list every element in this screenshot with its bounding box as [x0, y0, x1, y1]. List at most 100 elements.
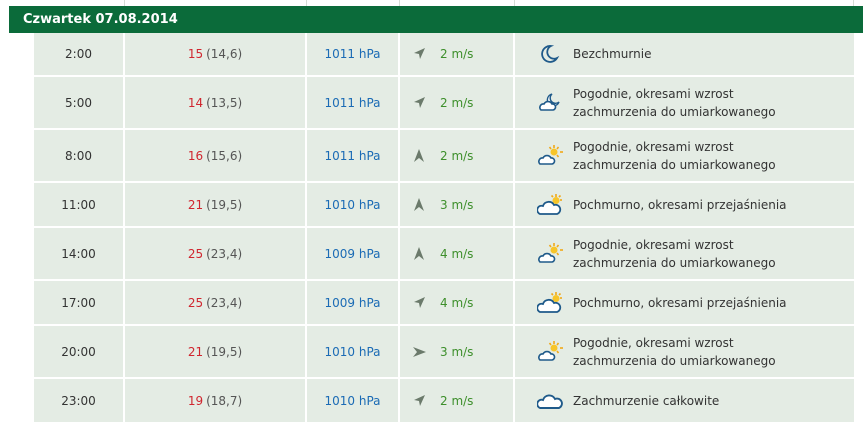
weather-description: Pogodnie, okresami wzrost zachmurzenia do… [573, 236, 776, 272]
description-line-1: Pogodnie, okresami wzrost [573, 86, 734, 101]
temperature-cell: 14 (13,5) [125, 77, 307, 128]
weather-description: Pogodnie, okresami wzrost zachmurzenia do… [573, 334, 776, 370]
description-cell: Pochmurno, okresami przejaśnienia [515, 183, 854, 226]
wind-cell: 2 m/s [400, 130, 515, 181]
wind-cell: 3 m/s [400, 326, 515, 377]
table-row: 20:00 21 (19,5) 1010 hPa 3 m/s Pogodnie, okre… [34, 326, 854, 379]
temperature-cell: 16 (15,6) [125, 130, 307, 181]
wind-speed: 3 m/s [440, 344, 474, 359]
wind-speed: 2 m/s [440, 148, 474, 163]
time-cell: 17:00 [34, 281, 125, 324]
description-line-2: zachmurzenia do umiarkowanego [573, 353, 776, 368]
temperature-cell: 21 (19,5) [125, 183, 307, 226]
pressure-cell: 1011 hPa [307, 77, 400, 128]
moon-cloud-icon [537, 91, 563, 115]
table-row: 17:00 25 (23,4) 1009 hPa 4 m/s Pochmurno, okr… [34, 281, 854, 326]
pressure-cell: 1009 hPa [307, 228, 400, 279]
arrow-northeast-icon [412, 296, 426, 310]
wind-cell: 4 m/s [400, 281, 515, 324]
temperature-value: 16 [187, 148, 204, 163]
description-line-1: Pogodnie, okresami wzrost [573, 139, 734, 154]
pressure-cell: 1010 hPa [307, 379, 400, 422]
time-cell: 14:00 [34, 228, 125, 279]
temperature-value: 14 [187, 95, 204, 110]
arrow-north-icon [412, 148, 426, 163]
temperature-cell: 19 (18,7) [125, 379, 307, 422]
feels-like-value: (23,4) [206, 295, 243, 310]
wind-speed: 2 m/s [440, 47, 474, 61]
description-line-1: Zachmurzenie całkowite [573, 393, 720, 408]
temperature-cell: 25 (23,4) [125, 228, 307, 279]
time-cell: 5:00 [34, 77, 125, 128]
time-cell: 23:00 [34, 379, 125, 422]
time-cell: 8:00 [34, 130, 125, 181]
wind-speed: 4 m/s [440, 295, 474, 310]
temperature-value: 21 [187, 197, 204, 212]
description-cell: Zachmurzenie całkowite [515, 379, 854, 422]
wind-speed: 2 m/s [440, 95, 474, 110]
pressure-cell: 1011 hPa [307, 130, 400, 181]
description-cell: Pochmurno, okresami przejaśnienia [515, 281, 854, 324]
temperature-value: 25 [187, 295, 204, 310]
description-line-1: Pogodnie, okresami wzrost [573, 335, 734, 350]
temperature-value: 15 [187, 47, 204, 61]
pressure-cell: 1009 hPa [307, 281, 400, 324]
table-row: 11:00 21 (19,5) 1010 hPa 3 m/s Pochmurno, okr… [34, 183, 854, 228]
wind-cell: 2 m/s [400, 379, 515, 422]
description-line-1: Pogodnie, okresami wzrost [573, 237, 734, 252]
feels-like-value: (18,7) [206, 393, 243, 408]
table-row: 23:00 19 (18,7) 1010 hPa 2 m/s Zachmurzenie c… [34, 379, 854, 424]
moon-icon [537, 42, 563, 66]
wind-cell: 4 m/s [400, 228, 515, 279]
description-line-2: zachmurzenia do umiarkowanego [573, 157, 776, 172]
temperature-cell: 25 (23,4) [125, 281, 307, 324]
sun-cloud-icon [537, 144, 563, 168]
description-cell: Bezchmurnie [515, 33, 854, 75]
description-line-2: zachmurzenia do umiarkowanego [573, 255, 776, 270]
wind-cell: 2 m/s [400, 77, 515, 128]
pressure-cell: 1010 hPa [307, 183, 400, 226]
wind-cell: 3 m/s [400, 183, 515, 226]
wind-speed: 2 m/s [440, 393, 474, 408]
temperature-cell: 15 (14,6) [125, 33, 307, 75]
cloud-icon [536, 389, 563, 413]
table-row: 14:00 25 (23,4) 1009 hPa 4 m/s Pogodnie, okre… [34, 228, 854, 281]
table-row: 8:00 16 (15,6) 1011 hPa 2 m/s Pogodnie, okres… [34, 130, 854, 183]
description-cell: Pogodnie, okresami wzrost zachmurzenia do… [515, 326, 854, 377]
time-cell: 20:00 [34, 326, 125, 377]
temperature-value: 19 [187, 393, 204, 408]
arrow-north-icon [412, 197, 426, 212]
feels-like-value: (19,5) [206, 344, 243, 359]
table-row: 5:00 14 (13,5) 1011 hPa 2 m/s Pogodnie, okres… [34, 77, 854, 130]
pressure-cell: 1010 hPa [307, 326, 400, 377]
time-cell: 2:00 [34, 33, 125, 75]
forecast-table: 2:00 15 (14,6) 1011 hPa 2 m/s Bezchmurnie 5:00… [34, 33, 854, 424]
arrow-east-icon [412, 345, 426, 359]
arrow-north-icon [412, 246, 426, 261]
arrow-northeast-icon [412, 47, 426, 61]
weather-description: Pogodnie, okresami wzrost zachmurzenia do… [573, 138, 776, 174]
feels-like-value: (19,5) [206, 197, 243, 212]
temperature-value: 25 [187, 246, 204, 261]
weather-description: Pochmurno, okresami przejaśnienia [573, 294, 787, 312]
feels-like-value: (13,5) [206, 95, 243, 110]
sun-cloud-icon [537, 242, 563, 266]
feels-like-value: (23,4) [206, 246, 243, 261]
cloud-sun-icon [536, 193, 563, 217]
cloud-sun-icon [536, 291, 563, 315]
table-row: 2:00 15 (14,6) 1011 hPa 2 m/s Bezchmurnie [34, 33, 854, 77]
forecast-widget: Czwartek 07.08.2014 2:00 15 (14,6) 1011 hPa… [0, 0, 863, 424]
wind-speed: 4 m/s [440, 246, 474, 261]
feels-like-value: (14,6) [206, 47, 243, 61]
description-cell: Pogodnie, okresami wzrost zachmurzenia do… [515, 77, 854, 128]
description-line-1: Bezchmurnie [573, 47, 652, 61]
description-line-1: Pochmurno, okresami przejaśnienia [573, 295, 787, 310]
arrow-northeast-icon [412, 394, 426, 408]
temperature-value: 21 [187, 344, 204, 359]
description-line-1: Pochmurno, okresami przejaśnienia [573, 197, 787, 212]
wind-speed: 3 m/s [440, 197, 474, 212]
description-cell: Pogodnie, okresami wzrost zachmurzenia do… [515, 130, 854, 181]
day-header: Czwartek 07.08.2014 [9, 6, 863, 33]
pressure-cell: 1011 hPa [307, 33, 400, 75]
description-cell: Pogodnie, okresami wzrost zachmurzenia do… [515, 228, 854, 279]
